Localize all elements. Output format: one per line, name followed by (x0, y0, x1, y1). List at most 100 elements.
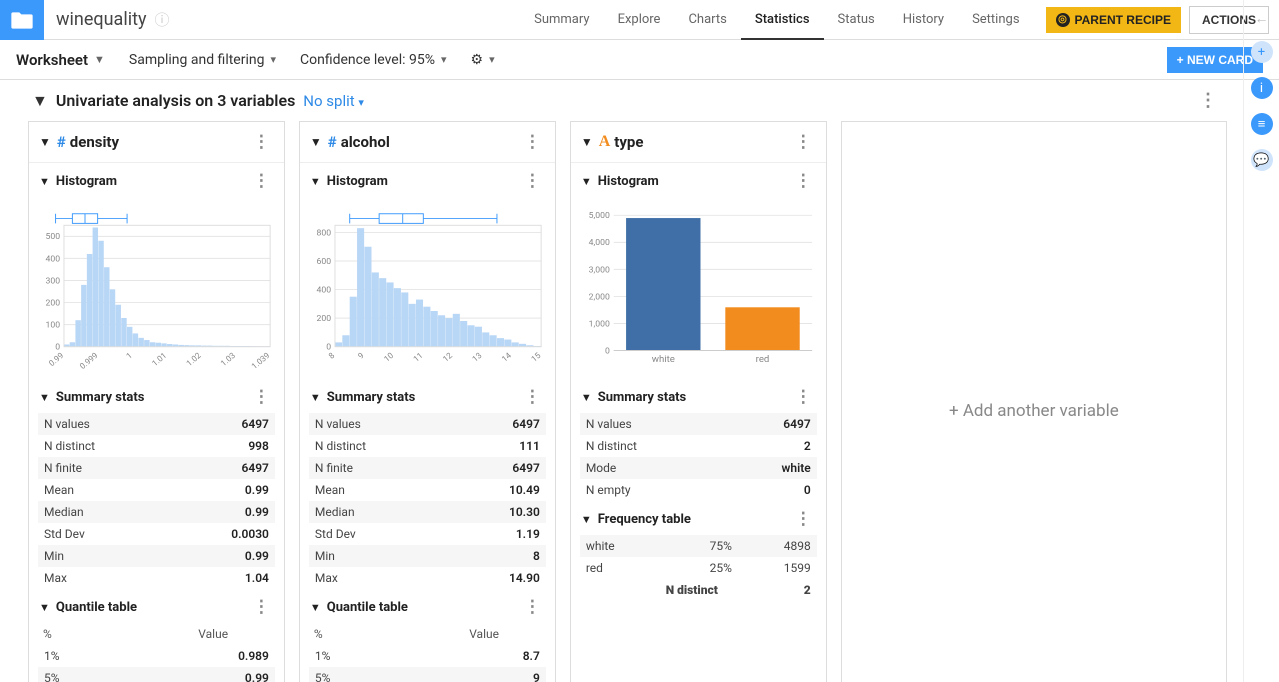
histogram-heading: Histogram (598, 174, 791, 189)
svg-text:12: 12 (441, 350, 455, 364)
stat-label: Std Dev (309, 523, 450, 545)
frequency-table: white75%4898red25%1599N distinct2 (580, 535, 817, 601)
svg-text:13: 13 (470, 350, 484, 364)
freq-label: red (580, 557, 666, 579)
section-menu-icon[interactable]: ⋮ (520, 171, 545, 191)
stat-label: N distinct (309, 435, 450, 457)
svg-text:1.039: 1.039 (249, 350, 271, 371)
rail-comment-icon[interactable]: 💬 (1251, 149, 1273, 171)
freq-pct: 25% (666, 557, 738, 579)
variable-name: density (70, 133, 249, 151)
section-collapse-icon[interactable]: ▼ (39, 391, 50, 404)
card-collapse-icon[interactable]: ▼ (310, 135, 322, 149)
settings-gear-menu[interactable]: ⚙▾ (471, 52, 495, 68)
stat-label: Max (38, 567, 171, 589)
stat-label: Std Dev (38, 523, 171, 545)
parent-recipe-label: PARENT RECIPE (1075, 13, 1171, 27)
svg-text:200: 200 (46, 298, 61, 308)
section-title: Univariate analysis on 3 variables (56, 91, 295, 110)
section-menu-icon[interactable]: ⋮ (249, 597, 274, 617)
section-collapse-icon[interactable]: ▼ (310, 391, 321, 404)
stat-label: Median (309, 501, 450, 523)
section-collapse-icon[interactable]: ▼ (581, 175, 592, 188)
top-nav-tabs: Summary Explore Charts Statistics Status… (520, 0, 1033, 40)
split-label: No split (303, 92, 354, 110)
stat-row: N finite6497 (309, 457, 546, 479)
stat-row: Std Dev0.0030 (38, 523, 275, 545)
svg-text:9: 9 (356, 350, 366, 361)
section-menu-icon[interactable]: ⋮ (520, 387, 545, 407)
section-collapse-icon[interactable]: ▼ (310, 175, 321, 188)
section-collapse-icon[interactable]: ▼ (39, 601, 50, 614)
summary-stats-table: N values6497N distinct2ModewhiteN empty0 (580, 413, 817, 501)
stat-row: N distinct111 (309, 435, 546, 457)
section-collapse-icon[interactable]: ▼ (581, 513, 592, 526)
stat-row: N distinct998 (38, 435, 275, 457)
svg-text:8: 8 (326, 350, 336, 361)
quantile-pct: 5% (38, 667, 131, 682)
tab-statistics[interactable]: Statistics (741, 0, 824, 40)
sampling-filtering-menu[interactable]: Sampling and filtering▾ (129, 52, 276, 68)
collapse-rail-icon[interactable]: ← (1255, 10, 1269, 27)
section-menu-icon[interactable]: ⋮ (249, 387, 274, 407)
stat-label: N finite (38, 457, 171, 479)
quantile-row: 1%0.989 (38, 645, 275, 667)
split-menu[interactable]: No split ▾ (303, 92, 364, 110)
section-collapse-icon[interactable]: ▼ (310, 601, 321, 614)
confidence-level-menu[interactable]: Confidence level: 95%▾ (300, 52, 447, 68)
project-folder-icon[interactable] (0, 0, 44, 40)
stat-label: Min (309, 545, 450, 567)
worksheet-menu[interactable]: Worksheet▼ (16, 51, 105, 69)
section-collapse-icon[interactable]: ▼ (581, 391, 592, 404)
summary-stats-table: N values6497N distinct998N finite6497Mea… (38, 413, 275, 589)
tab-settings[interactable]: Settings (958, 0, 1033, 40)
section-menu-icon[interactable]: ⋮ (791, 171, 816, 191)
stat-label: N values (309, 413, 450, 435)
stat-value: 1.04 (171, 567, 275, 589)
stat-label: Max (309, 567, 450, 589)
quantile-row: 1%8.7 (309, 645, 546, 667)
summary-stats-table: N values6497N distinct111N finite6497Mea… (309, 413, 546, 589)
freq-foot-label: N distinct (580, 579, 738, 601)
svg-text:400: 400 (316, 285, 331, 295)
freq-foot-value: 2 (738, 579, 817, 601)
quantile-table: 1%8.75%9 (309, 645, 546, 682)
svg-text:2,000: 2,000 (588, 292, 609, 302)
rail-list-icon[interactable]: ≡ (1251, 113, 1273, 135)
card-collapse-icon[interactable]: ▼ (581, 135, 593, 149)
card-menu-icon[interactable]: ⋮ (249, 132, 274, 152)
stat-row: Modewhite (580, 457, 817, 479)
section-collapse-icon[interactable]: ▼ (39, 175, 50, 188)
section-collapse-icon[interactable]: ▼ (32, 91, 48, 111)
tab-explore[interactable]: Explore (604, 0, 675, 40)
stat-row: N values6497 (580, 413, 817, 435)
tab-history[interactable]: History (889, 0, 958, 40)
card-menu-icon[interactable]: ⋮ (791, 132, 816, 152)
tab-summary[interactable]: Summary (520, 0, 603, 40)
stat-value: 8 (450, 545, 546, 567)
tab-charts[interactable]: Charts (674, 0, 740, 40)
quantile-value: 0.989 (131, 645, 275, 667)
section-menu-icon[interactable]: ⋮ (791, 509, 816, 529)
parent-recipe-button[interactable]: ◎PARENT RECIPE (1046, 7, 1181, 33)
add-variable-placeholder[interactable]: + Add another variable (841, 121, 1227, 682)
stat-value: 0 (723, 479, 817, 501)
card-collapse-icon[interactable]: ▼ (39, 135, 51, 149)
quantile-col-value: Value (156, 627, 269, 641)
section-menu-icon[interactable]: ⋮ (791, 387, 816, 407)
svg-text:1.02: 1.02 (184, 350, 203, 368)
section-menu-icon[interactable]: ⋮ (1193, 90, 1223, 111)
stat-value: 2 (723, 435, 817, 457)
section-menu-icon[interactable]: ⋮ (249, 171, 274, 191)
alcohol-histogram-chart: 020040060080089101112131415 (308, 201, 547, 371)
variable-card-alcohol: ▼ # alcohol ⋮ ▼Histogram⋮ 02004006008008… (299, 121, 556, 682)
quantile-heading: Quantile table (327, 600, 520, 615)
rail-info-icon[interactable]: i (1251, 77, 1273, 99)
section-menu-icon[interactable]: ⋮ (520, 597, 545, 617)
info-icon[interactable]: ⓘ (155, 9, 170, 30)
tab-status[interactable]: Status (824, 0, 889, 40)
svg-text:5,000: 5,000 (588, 211, 609, 221)
rail-add-icon[interactable]: + (1251, 41, 1273, 63)
summary-stats-heading: Summary stats (327, 390, 520, 405)
card-menu-icon[interactable]: ⋮ (520, 132, 545, 152)
